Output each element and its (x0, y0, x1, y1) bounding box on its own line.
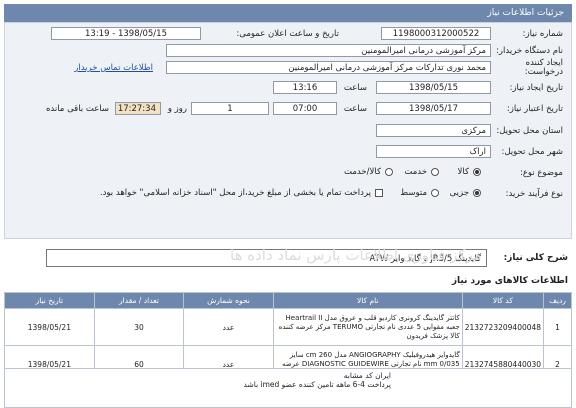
province-label: استان محل تحویل: (496, 126, 563, 136)
purchase-radio-medium[interactable] (431, 189, 439, 197)
days-label: روز و (167, 104, 187, 114)
treasury-payment-note: پرداخت تمام یا بخشی از مبلغ خرید،از محل … (99, 188, 371, 198)
items-section-title: اطلاعات کالاهای مورد نیاز (451, 276, 568, 286)
days-field: 1 (191, 102, 269, 115)
announce-label: تاریخ و ساعت اعلان عمومی: (236, 29, 339, 39)
purchase-type-label: نوع فرآیند خرید: (505, 189, 563, 199)
table-row: 1 2132723209400048 کاتتر گایدینگ کرونری … (4, 308, 572, 346)
cell-unit: عدد (183, 308, 274, 346)
deadline-time-label: ساعت (343, 104, 367, 114)
device-label: نام دستگاه خریدار: (496, 46, 563, 56)
created-label: تاریخ ایجاد نیاز: (509, 83, 563, 93)
need-number-field: 1198000312000522 (381, 27, 491, 40)
deadline-time-field: 07:00 (273, 102, 337, 115)
created-date-field: 1398/05/15 (376, 81, 491, 94)
cell-code: 2132723209400048 (461, 308, 545, 346)
page-header: جزئیات اطلاعات نیاز (4, 4, 572, 22)
created-time-field: 13:16 (273, 81, 337, 94)
created-time-label: ساعت (343, 83, 367, 93)
subject-radio-both[interactable] (385, 168, 393, 176)
contact-buyer-link[interactable]: اطلاعات تماس خریدار (74, 63, 153, 73)
announce-field: 1398/05/15 - 13:19 (51, 27, 201, 40)
col-code: کد کالا (461, 292, 545, 309)
cell-name: کاتتر گایدینگ کرونری کاردیو قلب و عروق م… (272, 308, 463, 346)
cell-date: 1398/05/21 (4, 308, 95, 346)
col-unit: نحوه شمارش (183, 292, 274, 309)
col-name: نام کالا (272, 292, 463, 309)
col-qty: تعداد / مقدار (93, 292, 185, 309)
purchase-option-medium: متوسط (400, 188, 427, 198)
need-details-panel: شماره نیاز: 1198000312000522 تاریخ و ساع… (4, 22, 572, 239)
purchase-radio-minor[interactable] (473, 189, 481, 197)
remaining-label: ساعت باقی مانده (45, 104, 109, 114)
summary-label: شرح کلی نیاز: (503, 253, 568, 263)
deadline-label: تاریخ اعتبار نیاز: (506, 104, 563, 114)
subject-radio-goods[interactable] (473, 168, 481, 176)
city-field: اراک (376, 145, 491, 158)
requester-label: ایجاد کننده درخواست: (524, 58, 563, 77)
page-title: جزئیات اطلاعات نیاز (487, 8, 564, 18)
col-row: ردیف (543, 292, 572, 309)
device-field: مرکز آموزشی درمانی امیرالمومنین (166, 44, 491, 57)
city-label: شهر محل تحویل: (501, 147, 563, 157)
items-header-row: ردیف کد کالا نام کالا نحوه شمارش تعداد /… (4, 292, 572, 309)
watermark: مرکز فناوری اطلاعات پارس نماد داده ها (230, 246, 482, 264)
subject-option-goods: کالا (457, 167, 469, 177)
need-number-label: شماره نیاز: (522, 29, 563, 39)
purchase-option-minor: جزیی (449, 188, 469, 198)
buyer-notes-box: ایران کد مشابه پرداخت 4-6 ماهه تامین کنن… (4, 368, 572, 408)
deadline-date-field: 1398/05/17 (376, 102, 491, 115)
treasury-payment-checkbox[interactable] (375, 189, 383, 197)
subject-label: موضوع نوع: (519, 168, 563, 178)
requester-field: محمد نوری تدارکات مرکز آموزشی درمانی امی… (166, 61, 491, 74)
col-date: تاریخ نیاز (4, 292, 95, 309)
cell-row: 1 (543, 308, 572, 346)
notes-line: پرداخت 4-6 ماهه تامین کننده عضو imed باش… (243, 380, 391, 389)
notes-line: ایران کد مشابه (343, 371, 391, 380)
cell-qty: 30 (93, 308, 185, 346)
subject-radio-service[interactable] (431, 168, 439, 176)
subject-option-both: کالا/خدمت (344, 167, 381, 177)
subject-option-service: خدمت (404, 167, 427, 177)
province-field: مرکزی (376, 124, 491, 137)
remaining-time-field: 17:27:34 (115, 102, 161, 115)
